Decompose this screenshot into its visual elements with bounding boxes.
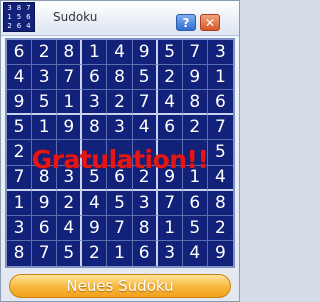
sudoku-cell[interactable]: 6: [133, 240, 158, 266]
sudoku-cell[interactable]: 5: [82, 165, 108, 191]
sudoku-cell[interactable]: 4: [207, 166, 233, 191]
sudoku-cell[interactable]: 8: [82, 115, 108, 141]
sudoku-cell[interactable]: 4: [157, 90, 183, 116]
sudoku-cell[interactable]: 3: [207, 40, 233, 66]
sudoku-cell[interactable]: 9: [157, 165, 183, 191]
app-icon-digit: 6: [16, 22, 22, 30]
sudoku-cell[interactable]: 5: [182, 215, 208, 241]
sudoku-cell[interactable]: 7: [32, 240, 58, 266]
sudoku-cell[interactable]: 2: [57, 190, 83, 216]
window-title: Sudoku: [53, 10, 98, 24]
sudoku-cell[interactable]: 3: [82, 90, 108, 116]
app-icon-digit: 4: [26, 22, 31, 30]
sudoku-cell[interactable]: 7: [157, 190, 183, 216]
app-icon-digit: 3: [7, 4, 12, 12]
sudoku-cell[interactable]: 1: [107, 240, 133, 266]
new-sudoku-button[interactable]: Neues Sudoku: [9, 274, 231, 298]
sudoku-cell[interactable]: 3: [158, 240, 183, 266]
sudoku-cell[interactable]: 3: [7, 215, 33, 241]
sudoku-cell[interactable]: 6: [182, 190, 208, 216]
sudoku-cell[interactable]: 8: [107, 65, 133, 91]
sudoku-cell[interactable]: 5: [157, 40, 183, 66]
sudoku-cell[interactable]: 8: [207, 191, 233, 216]
sudoku-cell[interactable]: 7: [182, 40, 208, 66]
sudoku-cell[interactable]: 5: [207, 140, 233, 166]
sudoku-cell[interactable]: 3: [132, 190, 158, 216]
sudoku-cell[interactable]: 9: [32, 190, 58, 216]
sudoku-cell[interactable]: 5: [32, 90, 58, 116]
sudoku-window: 3 8 7 1 5 6 2 6 4 Sudoku ? ✕ 62814957343…: [0, 0, 240, 302]
sudoku-cell[interactable]: 7: [57, 65, 83, 91]
sudoku-cell[interactable]: 1: [207, 65, 233, 91]
sudoku-cell[interactable]: 1: [57, 90, 83, 116]
sudoku-board: 6281495734376852919513274865198346272578…: [5, 38, 235, 268]
help-button[interactable]: ?: [176, 14, 196, 31]
close-button[interactable]: ✕: [200, 14, 220, 31]
sudoku-cell[interactable]: 1: [7, 190, 33, 216]
sudoku-cell[interactable]: [132, 140, 158, 166]
sudoku-cell[interactable]: 9: [57, 115, 83, 141]
sudoku-cell[interactable]: 3: [57, 165, 83, 191]
sudoku-cell[interactable]: 4: [183, 240, 208, 266]
sudoku-cell[interactable]: 6: [157, 115, 183, 141]
sudoku-cell[interactable]: 4: [82, 190, 108, 216]
sudoku-cell[interactable]: 8: [132, 215, 158, 241]
sudoku-app-icon: 3 8 7 1 5 6 2 6 4: [3, 2, 35, 32]
sudoku-cell[interactable]: 5: [107, 190, 133, 216]
sudoku-cell[interactable]: 5: [132, 65, 158, 91]
sudoku-cell[interactable]: [57, 140, 83, 166]
title-bar[interactable]: 3 8 7 1 5 6 2 6 4 Sudoku ? ✕: [1, 1, 239, 36]
sudoku-cell[interactable]: 2: [32, 40, 58, 66]
sudoku-cell[interactable]: 8: [32, 165, 58, 191]
sudoku-cell[interactable]: 4: [107, 40, 133, 66]
sudoku-cell[interactable]: [157, 140, 183, 166]
sudoku-cell[interactable]: 6: [7, 40, 33, 66]
sudoku-cell[interactable]: 1: [32, 115, 58, 141]
sudoku-cell[interactable]: 4: [57, 215, 83, 241]
app-icon-digit: 5: [16, 13, 22, 21]
sudoku-cell[interactable]: 3: [107, 115, 133, 141]
sudoku-cell[interactable]: 2: [182, 115, 208, 141]
sudoku-cell[interactable]: 2: [7, 140, 33, 166]
sudoku-cell[interactable]: 4: [7, 65, 33, 91]
sudoku-cell[interactable]: 7: [207, 115, 233, 141]
app-icon-digit: 8: [16, 4, 22, 12]
sudoku-cell[interactable]: 6: [82, 65, 108, 91]
sudoku-cell[interactable]: [82, 140, 108, 166]
sudoku-cell[interactable]: 6: [207, 90, 233, 116]
sudoku-cell[interactable]: 9: [208, 241, 233, 266]
sudoku-cell[interactable]: 3: [32, 65, 58, 91]
sudoku-cell[interactable]: 6: [107, 165, 133, 191]
sudoku-cell[interactable]: 6: [32, 215, 58, 241]
sudoku-cell[interactable]: 5: [7, 115, 33, 141]
sudoku-cell[interactable]: 9: [82, 215, 108, 241]
sudoku-cell[interactable]: 2: [157, 65, 183, 91]
sudoku-cell[interactable]: 1: [182, 165, 208, 191]
app-icon-digit: 6: [26, 13, 31, 21]
sudoku-cell[interactable]: 2: [107, 90, 133, 116]
sudoku-cell[interactable]: 9: [132, 40, 158, 66]
sudoku-cell[interactable]: 1: [82, 40, 108, 66]
sudoku-cell[interactable]: 8: [7, 240, 33, 266]
sudoku-cell[interactable]: 8: [57, 40, 83, 66]
sudoku-grid: 6281495734376852919513274865198346272578…: [7, 40, 233, 266]
sudoku-cell[interactable]: 2: [207, 216, 233, 241]
sudoku-cell[interactable]: 9: [7, 90, 33, 116]
app-icon-digit: 1: [7, 13, 12, 21]
sudoku-cell[interactable]: 2: [132, 165, 158, 191]
sudoku-cell[interactable]: [182, 140, 208, 166]
sudoku-cell[interactable]: [32, 140, 58, 166]
sudoku-cell[interactable]: 7: [7, 165, 33, 191]
sudoku-cell[interactable]: 8: [182, 90, 208, 116]
sudoku-cell[interactable]: 9: [182, 65, 208, 91]
sudoku-cell[interactable]: 7: [107, 215, 133, 241]
sudoku-cell[interactable]: 1: [157, 215, 183, 241]
sudoku-cell[interactable]: 2: [82, 240, 108, 266]
sudoku-cell[interactable]: 7: [132, 90, 158, 116]
sudoku-cell[interactable]: 4: [132, 115, 158, 141]
app-icon-digit: 2: [7, 22, 12, 30]
sudoku-cell[interactable]: [107, 140, 133, 166]
sudoku-cell[interactable]: 5: [57, 240, 83, 266]
app-icon-digit: 7: [26, 4, 31, 12]
